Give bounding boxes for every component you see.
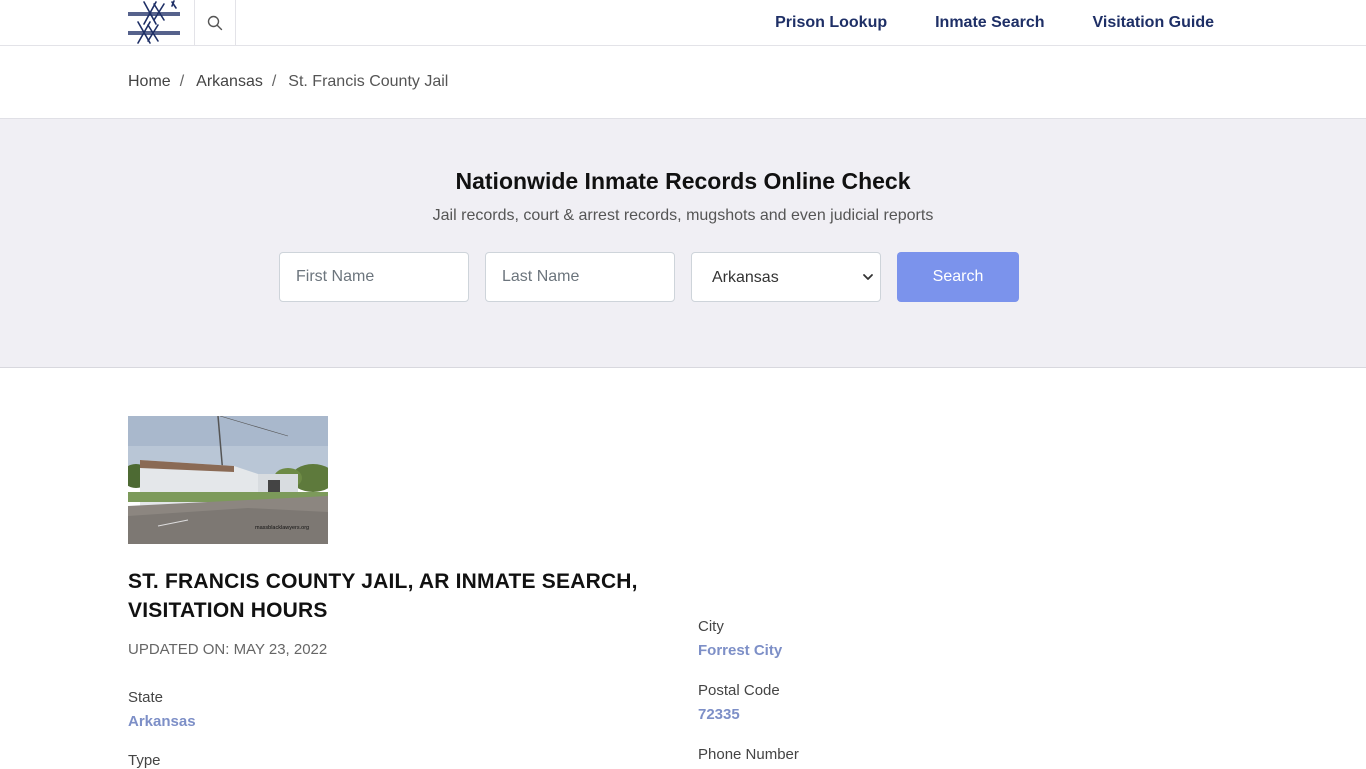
main-nav: Prison Lookup Inmate Search Visitation G… — [727, 0, 1214, 45]
breadcrumb-separator: / — [179, 73, 185, 90]
updated-date: UPDATED ON: MAY 23, 2022 — [128, 641, 328, 658]
search-panel-subtitle: Jail records, court & arrest records, mu… — [432, 207, 934, 224]
page-title: ST. FRANCIS COUNTY JAIL, AR INMATE SEARC… — [128, 570, 638, 622]
search-panel-title: Nationwide Inmate Records Online Check — [455, 168, 911, 194]
inmate-search-panel: Nationwide Inmate Records Online Check J… — [0, 118, 1366, 368]
state-select[interactable]: Arkansas — [691, 252, 881, 302]
city-value-link[interactable]: Forrest City — [698, 642, 782, 659]
first-name-input[interactable] — [279, 252, 469, 302]
breadcrumb: Home / Arkansas / St. Francis County Jai… — [128, 72, 448, 92]
breadcrumb-separator: / — [271, 73, 277, 90]
barbed-wire-logo-icon — [127, 0, 181, 44]
breadcrumb-state[interactable]: Arkansas — [196, 73, 263, 91]
search-icon — [207, 15, 223, 30]
nav-prison-lookup[interactable]: Prison Lookup — [775, 14, 887, 32]
breadcrumb-current: St. Francis County Jail — [288, 73, 449, 90]
photo-watermark: massblacklawyers.org — [255, 525, 309, 531]
header-search-button[interactable] — [194, 0, 236, 45]
jail-building-image: massblacklawyers.org — [128, 416, 328, 544]
city-label: City — [698, 618, 724, 635]
nav-visitation-guide[interactable]: Visitation Guide — [1093, 14, 1215, 32]
last-name-input[interactable] — [485, 252, 675, 302]
postal-code-label: Postal Code — [698, 682, 780, 699]
type-label: Type — [128, 752, 161, 769]
facility-photo: massblacklawyers.org — [128, 416, 328, 544]
site-logo[interactable] — [127, 0, 181, 45]
phone-number-label: Phone Number — [698, 746, 799, 763]
search-button[interactable]: Search — [897, 252, 1019, 302]
state-label: State — [128, 689, 164, 706]
nav-inmate-search[interactable]: Inmate Search — [935, 14, 1044, 32]
top-header: Prison Lookup Inmate Search Visitation G… — [0, 0, 1366, 46]
breadcrumb-home[interactable]: Home — [128, 73, 171, 91]
postal-code-value-link[interactable]: 72335 — [698, 706, 740, 723]
state-value-link[interactable]: Arkansas — [128, 713, 196, 730]
